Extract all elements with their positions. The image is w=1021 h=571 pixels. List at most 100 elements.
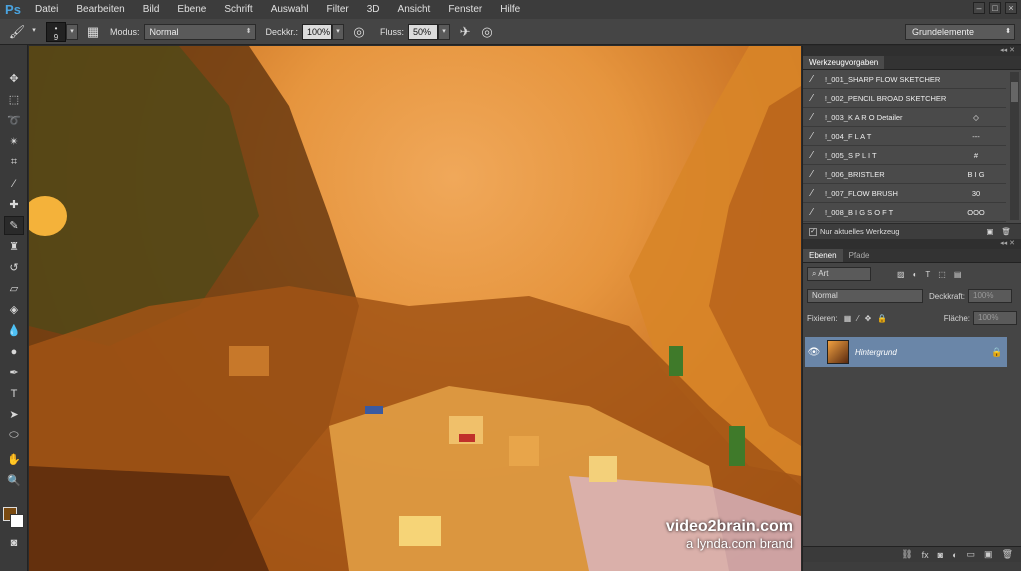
healing-brush-tool-icon[interactable]: ✚	[4, 195, 24, 214]
layer-opacity-label: Deckkraft:	[929, 291, 966, 301]
preset-row[interactable]: ⁄ !_003_K A R O Detailer ◇	[803, 108, 1006, 127]
close-icon[interactable]: ×	[1005, 2, 1017, 14]
layer-filter-select[interactable]: ⌕ Art	[807, 267, 871, 281]
blend-mode-select[interactable]: Normal	[807, 289, 923, 303]
lock-all-icon[interactable]: 🔒	[877, 314, 887, 323]
filter-shape-icon[interactable]: ⬚	[938, 270, 946, 279]
quick-mask-icon[interactable]: ◙	[4, 533, 24, 552]
current-tool-only-checkbox[interactable]: ✓	[809, 227, 817, 236]
flow-input[interactable]: 50%	[408, 23, 439, 40]
maximize-icon[interactable]: □	[989, 2, 1001, 14]
filter-pixel-icon[interactable]: ▨	[897, 270, 905, 279]
lock-position-icon[interactable]: ✥	[865, 314, 872, 323]
new-preset-icon[interactable]: ▣	[986, 227, 993, 236]
move-tool-icon[interactable]: ✥	[4, 69, 24, 88]
preset-row[interactable]: ⁄ !_007_FLOW BRUSH 30	[803, 184, 1006, 203]
preset-name: !_008_B I G S O F T	[825, 207, 894, 217]
brush-tool-preset-icon[interactable]: 🖌	[6, 22, 28, 42]
opacity-input[interactable]: 100%	[302, 23, 333, 40]
pressure-size-icon[interactable]: ◎	[476, 22, 498, 42]
brush-picker-dropdown[interactable]: ▾	[66, 23, 78, 40]
trash-icon[interactable]: 🗑	[1001, 227, 1011, 236]
type-tool-icon[interactable]: T	[4, 384, 24, 403]
menu-fenster[interactable]: Fenster	[439, 4, 491, 15]
preset-name: !_003_K A R O Detailer	[825, 112, 903, 122]
eraser-tool-icon[interactable]: ▱	[4, 279, 24, 298]
preset-row[interactable]: ⁄ !_005_S P L I T #	[803, 146, 1006, 165]
menu-auswahl[interactable]: Auswahl	[262, 4, 318, 15]
panel-collapse-bar[interactable]: ◂◂ ✕	[803, 46, 1021, 56]
path-selection-tool-icon[interactable]: ➤	[4, 405, 24, 424]
zoom-tool-icon[interactable]: 🔍	[4, 471, 24, 490]
flow-slider-dropdown[interactable]: ▾	[438, 23, 451, 40]
preset-row[interactable]: ⁄ !_001_SHARP FLOW SKETCHER	[803, 70, 1006, 89]
magic-wand-tool-icon[interactable]: ✴	[4, 132, 24, 151]
menu-bild[interactable]: Bild	[134, 4, 169, 15]
filter-smart-icon[interactable]: ▤	[954, 270, 962, 279]
chevron-down-icon[interactable]: ▾	[28, 24, 40, 40]
new-layer-icon[interactable]: ▣	[984, 549, 993, 560]
opacity-slider-dropdown[interactable]: ▾	[332, 23, 345, 40]
dodge-tool-icon[interactable]: ●	[4, 342, 24, 361]
marquee-tool-icon[interactable]: ⬚	[4, 90, 24, 109]
eye-icon[interactable]: 👁	[805, 347, 823, 358]
group-folder-icon[interactable]: ▭	[967, 549, 976, 560]
options-bar: 🖌 ▾ • 9 ▾ ▦ Modus: Normal ⬍ Deckkr.: 100% …	[0, 19, 1021, 45]
menu-filter[interactable]: Filter	[318, 4, 358, 15]
background-color-swatch[interactable]	[10, 514, 24, 528]
scrollbar-thumb[interactable]	[1011, 82, 1018, 102]
paint-bucket-tool-icon[interactable]: ◈	[4, 300, 24, 319]
tab-ebenen[interactable]: Ebenen	[803, 249, 843, 262]
house-block	[229, 346, 269, 376]
menu-ebene[interactable]: Ebene	[168, 4, 215, 15]
preset-row[interactable]: ⁄ !_006_BRISTLER B I G	[803, 165, 1006, 184]
pressure-opacity-icon[interactable]: ◎	[348, 22, 370, 42]
fill-label: Fläche:	[943, 313, 970, 323]
preset-row[interactable]: ⁄ !_008_B I G S O F T OOO	[803, 203, 1006, 222]
fx-icon[interactable]: fx	[922, 550, 929, 560]
brush-size-picker[interactable]: • 9	[46, 21, 66, 42]
menu-hilfe[interactable]: Hilfe	[491, 4, 529, 15]
lock-transparent-icon[interactable]: ▦	[844, 314, 852, 323]
blur-tool-icon[interactable]: 💧	[4, 321, 24, 340]
filter-adjust-icon[interactable]: ◐	[913, 270, 918, 279]
trash-icon[interactable]: 🗑	[1002, 549, 1013, 560]
brush-panel-toggle-icon[interactable]: ▦	[82, 22, 104, 42]
menu-datei[interactable]: Datei	[26, 4, 67, 15]
eyedropper-tool-icon[interactable]: ⁄	[4, 174, 24, 193]
mask-icon[interactable]: ◙	[938, 550, 943, 560]
fill-input[interactable]: 100%	[973, 311, 1017, 325]
panel-collapse-bar[interactable]: ◂◂ ✕	[803, 239, 1021, 249]
lock-image-icon[interactable]: ⁄	[857, 314, 858, 323]
menu-schrift[interactable]: Schrift	[215, 4, 261, 15]
shape-tool-icon[interactable]: ⬭	[4, 426, 24, 445]
menu-ansicht[interactable]: Ansicht	[389, 4, 440, 15]
preset-name: !_002_PENCIL BROAD SKETCHER	[824, 93, 947, 103]
layer-opacity-input[interactable]: 100%	[968, 289, 1013, 303]
tab-werkzeugvorgaben[interactable]: Werkzeugvorgaben	[803, 56, 885, 69]
tab-pfade[interactable]: Pfade	[843, 249, 876, 262]
brush-tool-icon[interactable]: ✎	[4, 216, 24, 235]
filter-type-icon[interactable]: T	[925, 270, 930, 279]
mode-select[interactable]: Normal ⬍	[143, 23, 256, 40]
menu-bearbeiten[interactable]: Bearbeiten	[67, 4, 133, 15]
pen-tool-icon[interactable]: ✒	[4, 363, 24, 382]
preset-scrollbar[interactable]	[1010, 72, 1019, 220]
lasso-tool-icon[interactable]: ➰	[4, 111, 24, 130]
link-layers-icon[interactable]: ⛓	[901, 549, 912, 560]
adjustment-layer-icon[interactable]: ◐	[952, 550, 957, 560]
menu-3d[interactable]: 3D	[358, 4, 389, 15]
document-canvas[interactable]: video2brain.com a lynda.com brand	[29, 46, 801, 571]
workspace-select[interactable]: Grundelemente ⬍	[905, 24, 1015, 40]
preset-row[interactable]: ⁄ !_002_PENCIL BROAD SKETCHER	[803, 89, 1006, 108]
brush-icon: ⁄	[811, 111, 813, 123]
airbrush-icon[interactable]: ✈	[454, 22, 476, 42]
hand-tool-icon[interactable]: ✋	[4, 450, 24, 469]
history-brush-tool-icon[interactable]: ↺	[4, 258, 24, 277]
layer-row-background[interactable]: 👁 Hintergrund 🔒	[805, 337, 1007, 367]
minimize-icon[interactable]: –	[973, 2, 985, 14]
clone-stamp-tool-icon[interactable]: ♜	[4, 237, 24, 256]
flow-label: Fluss:	[380, 26, 405, 37]
crop-tool-icon[interactable]: ⌗	[4, 153, 24, 172]
preset-row[interactable]: ⁄ !_004_F L A T ---	[803, 127, 1006, 146]
